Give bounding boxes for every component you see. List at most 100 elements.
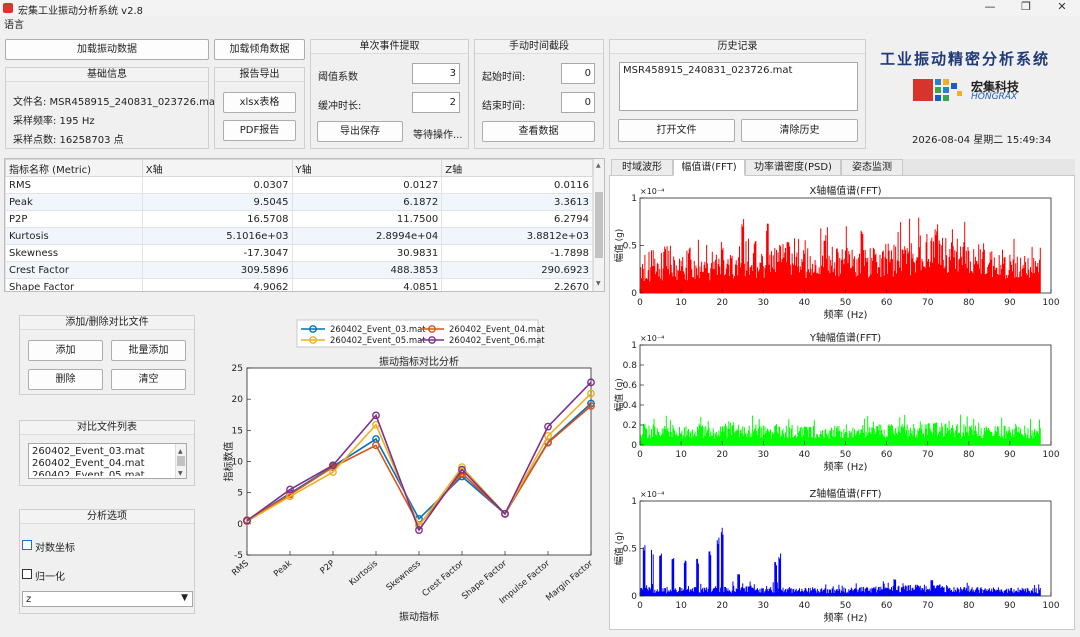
- compare-files-title: 添加/删除对比文件: [20, 316, 194, 330]
- x-tick-label: 100: [1042, 298, 1059, 308]
- export-save-button[interactable]: 导出保存: [317, 121, 403, 142]
- metric-name-cell[interactable]: Skewness: [5, 244, 143, 262]
- compare-list-item[interactable]: 260402_Event_03.mat: [32, 446, 183, 458]
- y-value-cell[interactable]: 2.8994e+04: [291, 227, 443, 245]
- history-item[interactable]: MSR458915_240831_023726.mat: [623, 65, 854, 77]
- delete-file-button[interactable]: 删除: [28, 369, 103, 390]
- metric-name-cell[interactable]: Shape Factor: [5, 278, 143, 291]
- x-tick-label: 40: [799, 601, 811, 611]
- table-row[interactable]: Shape Factor 4.9062 4.0851 2.2670: [5, 278, 593, 291]
- table-row[interactable]: RMS 0.0307 0.0127 0.0116: [5, 176, 593, 194]
- tab-time-waveform[interactable]: 时域波形: [611, 159, 673, 176]
- axis-select-dropdown[interactable]: z ▼: [22, 591, 193, 607]
- menu-bar: 语言: [0, 16, 1080, 31]
- metric-name-cell[interactable]: Crest Factor: [5, 261, 143, 279]
- pdf-report-button[interactable]: PDF报告: [223, 120, 296, 141]
- table-row[interactable]: Skewness -17.3047 30.9831 -1.7898: [5, 244, 593, 262]
- minimize-button[interactable]: —: [972, 0, 1008, 16]
- normalize-checkbox[interactable]: [22, 569, 32, 579]
- normalize-label: 归一化: [35, 572, 65, 583]
- z-value-cell[interactable]: 3.8812e+03: [441, 227, 593, 245]
- metric-name-cell[interactable]: Peak: [5, 193, 143, 211]
- z-value-cell[interactable]: 0.0116: [441, 176, 593, 194]
- y-value-cell[interactable]: 4.0851: [291, 278, 443, 291]
- table-scrollbar[interactable]: ▲ ▼: [593, 159, 604, 291]
- z-value-cell[interactable]: 3.3613: [441, 193, 593, 211]
- x-value-cell[interactable]: 0.0307: [141, 176, 293, 194]
- tab-fft[interactable]: 幅值谱(FFT): [673, 159, 745, 176]
- chevron-down-icon[interactable]: ▼: [181, 593, 188, 603]
- x-tick-label: P2P: [318, 559, 336, 577]
- scroll-thumb[interactable]: [595, 192, 603, 258]
- threshold-input[interactable]: 3: [412, 63, 460, 84]
- scroll-up-icon[interactable]: ▲: [596, 162, 601, 169]
- open-file-button[interactable]: 打开文件: [618, 119, 735, 142]
- y-value-cell[interactable]: 6.1872: [291, 193, 443, 211]
- x-tick-label: 0: [637, 298, 643, 308]
- y-value-cell[interactable]: 0.0127: [291, 176, 443, 194]
- chart-title: Y轴幅值谱(FFT): [809, 331, 881, 344]
- scroll-down-icon[interactable]: ▼: [178, 468, 183, 478]
- x-value-cell[interactable]: 5.1016e+03: [141, 227, 293, 245]
- manual-segment-title: 手动时间截段: [475, 40, 603, 54]
- start-time-input[interactable]: 0: [561, 63, 595, 84]
- y-axis-label: 幅值 (g): [613, 532, 625, 566]
- x-value-cell[interactable]: -17.3047: [141, 244, 293, 262]
- scroll-thumb[interactable]: [177, 456, 185, 466]
- x-value-cell[interactable]: 309.5896: [141, 261, 293, 279]
- menu-language[interactable]: 语言: [4, 20, 24, 31]
- load-vibration-button[interactable]: 加载振动数据: [5, 39, 209, 60]
- compare-list-item[interactable]: 260402_Event_05.mat: [32, 470, 183, 476]
- header-z-axis[interactable]: Z轴: [441, 159, 593, 177]
- z-value-cell[interactable]: 6.2794: [441, 210, 593, 228]
- legend-label: 260402_Event_03.mat: [330, 325, 426, 335]
- metric-name-cell[interactable]: P2P: [5, 210, 143, 228]
- restore-button[interactable]: ❐: [1008, 0, 1044, 16]
- header-metric[interactable]: 指标名称 (Metric): [5, 159, 143, 177]
- metric-name-cell[interactable]: RMS: [5, 176, 143, 194]
- compare-list-item[interactable]: 260402_Event_04.mat: [32, 458, 183, 470]
- load-tilt-button[interactable]: 加载倾角数据: [214, 39, 305, 60]
- clear-files-button[interactable]: 清空: [111, 369, 186, 390]
- manual-segment-panel: 手动时间截段 起始时间: 0 结束时间: 0 查看数据: [474, 39, 604, 149]
- y-value-cell[interactable]: 488.3853: [291, 261, 443, 279]
- z-value-cell[interactable]: 290.6923: [441, 261, 593, 279]
- x-tick-label: Margin Factor: [544, 558, 595, 603]
- header-x-axis[interactable]: X轴: [141, 159, 293, 177]
- history-panel: 历史记录 MSR458915_240831_023726.mat 打开文件 清除…: [609, 39, 866, 149]
- x-value-cell[interactable]: 16.5708: [141, 210, 293, 228]
- x-tick-label: 10: [675, 601, 687, 611]
- xlsx-export-button[interactable]: xlsx表格: [223, 92, 296, 113]
- clear-history-button[interactable]: 清除历史: [741, 119, 858, 142]
- log-scale-checkbox[interactable]: [22, 540, 32, 550]
- legend-label: 260402_Event_05.mat: [330, 336, 426, 346]
- y-value-cell[interactable]: 30.9831: [291, 244, 443, 262]
- table-row[interactable]: Crest Factor 309.5896 488.3853 290.6923: [5, 261, 593, 279]
- header-y-axis[interactable]: Y轴: [291, 159, 443, 177]
- x-value-cell[interactable]: 9.5045: [141, 193, 293, 211]
- buffer-input[interactable]: 2: [412, 92, 460, 113]
- scroll-down-icon[interactable]: ▼: [596, 280, 601, 287]
- table-row[interactable]: Peak 9.5045 6.1872 3.3613: [5, 193, 593, 211]
- compare-file-list[interactable]: 260402_Event_03.mat 260402_Event_04.mat …: [28, 443, 187, 479]
- list-scrollbar[interactable]: ▲ ▼: [175, 444, 186, 478]
- add-file-button[interactable]: 添加: [28, 340, 103, 361]
- tab-psd[interactable]: 功率谱密度(PSD): [745, 159, 841, 176]
- history-list[interactable]: MSR458915_240831_023726.mat: [619, 62, 858, 111]
- batch-add-button[interactable]: 批量添加: [111, 340, 186, 361]
- table-row[interactable]: Kurtosis 5.1016e+03 2.8994e+04 3.8812e+03: [5, 227, 593, 245]
- metric-name-cell[interactable]: Kurtosis: [5, 227, 143, 245]
- y-value-cell[interactable]: 11.7500: [291, 210, 443, 228]
- z-value-cell[interactable]: -1.7898: [441, 244, 593, 262]
- end-time-input[interactable]: 0: [561, 92, 595, 113]
- view-data-button[interactable]: 查看数据: [482, 121, 595, 142]
- x-tick-label: 90: [1004, 298, 1016, 308]
- x-value-cell[interactable]: 4.9062: [141, 278, 293, 291]
- tab-attitude[interactable]: 姿态监测: [841, 159, 903, 176]
- close-button[interactable]: ✕: [1044, 0, 1080, 16]
- x-tick-label: 30: [758, 298, 770, 308]
- table-row[interactable]: P2P 16.5708 11.7500 6.2794: [5, 210, 593, 228]
- compare-files-panel: 添加/删除对比文件 添加 批量添加 删除 清空: [19, 315, 195, 395]
- axis-exponent: ×10⁻⁴: [640, 490, 664, 499]
- z-value-cell[interactable]: 2.2670: [441, 278, 593, 291]
